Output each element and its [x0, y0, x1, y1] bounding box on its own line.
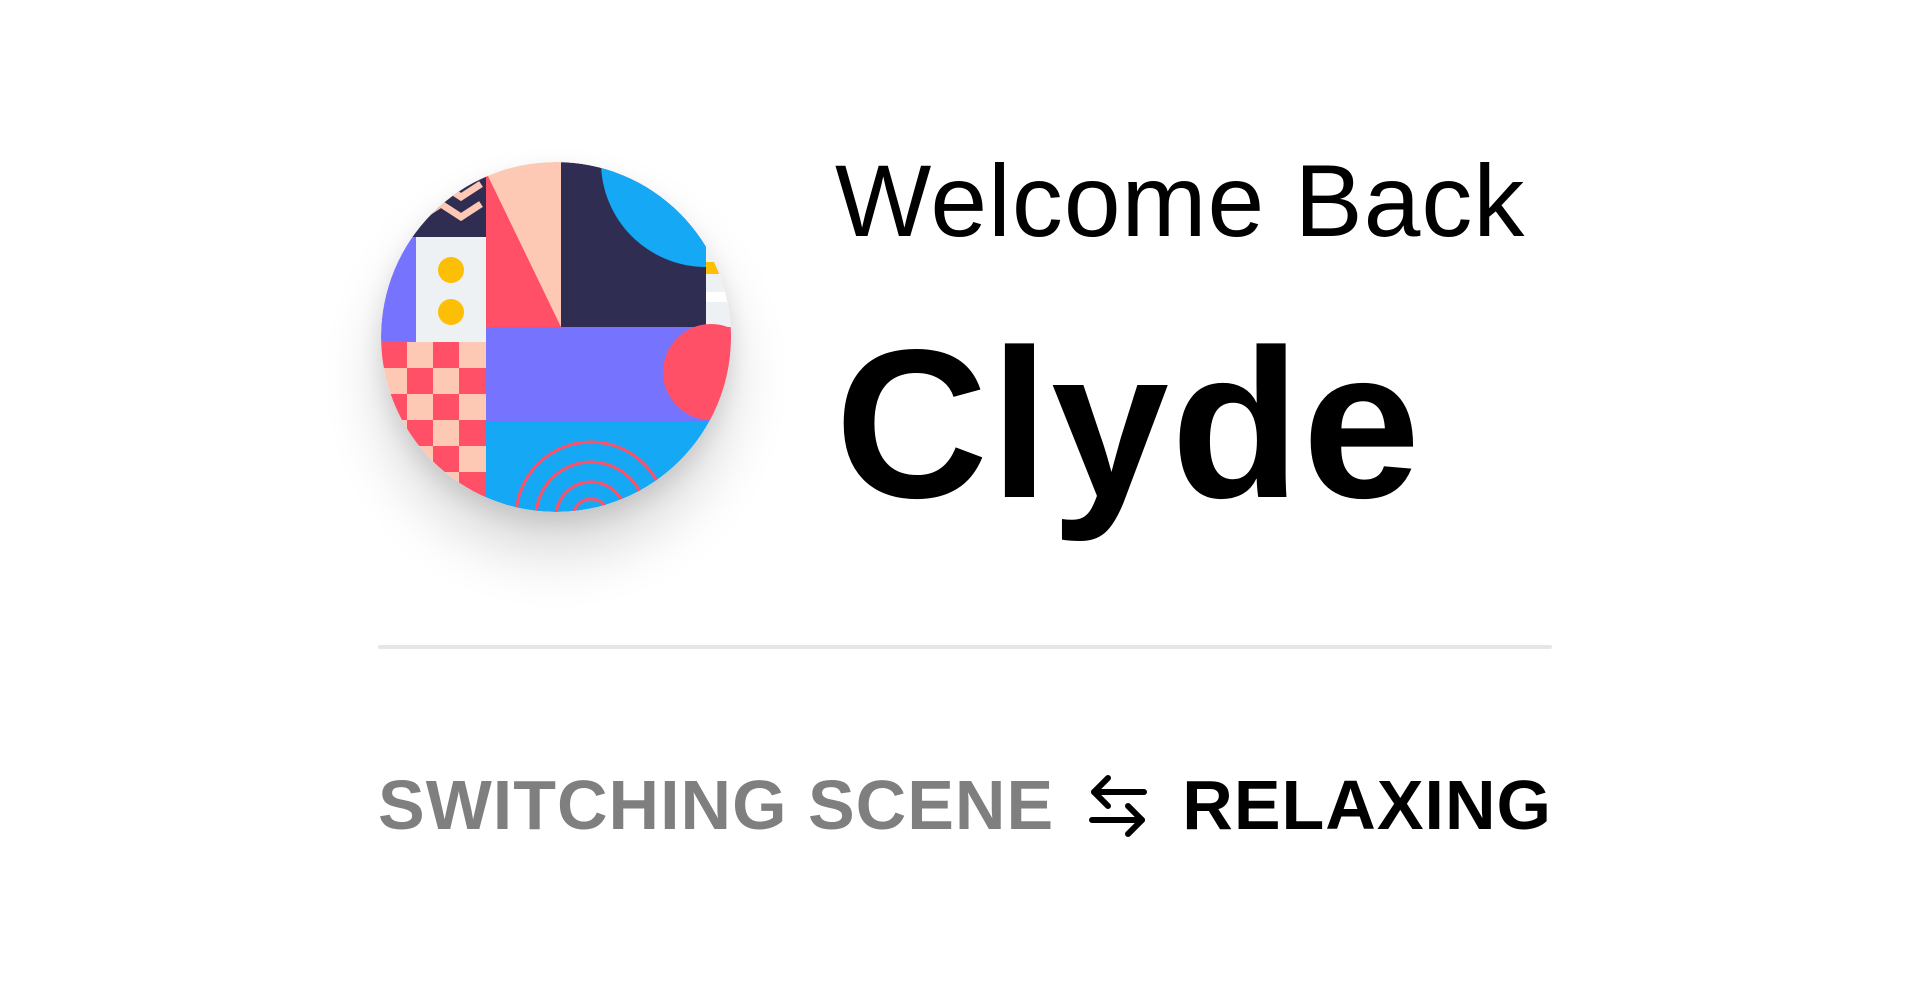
avatar — [381, 162, 731, 512]
scene-status-value: RELAXING — [1182, 766, 1552, 844]
welcome-screen: Welcome Back Clyde SWITCHING SCENE RELAX… — [0, 0, 1920, 990]
welcome-heading: Welcome Back — [835, 144, 1526, 258]
swap-arrows-icon — [1078, 770, 1158, 840]
divider — [378, 645, 1552, 649]
scene-status-label: SWITCHING SCENE — [378, 766, 1055, 844]
scene-status-row: SWITCHING SCENE RELAXING — [378, 770, 1552, 840]
user-name: Clyde — [835, 305, 1423, 542]
abstract-pattern-avatar-icon — [381, 162, 731, 512]
